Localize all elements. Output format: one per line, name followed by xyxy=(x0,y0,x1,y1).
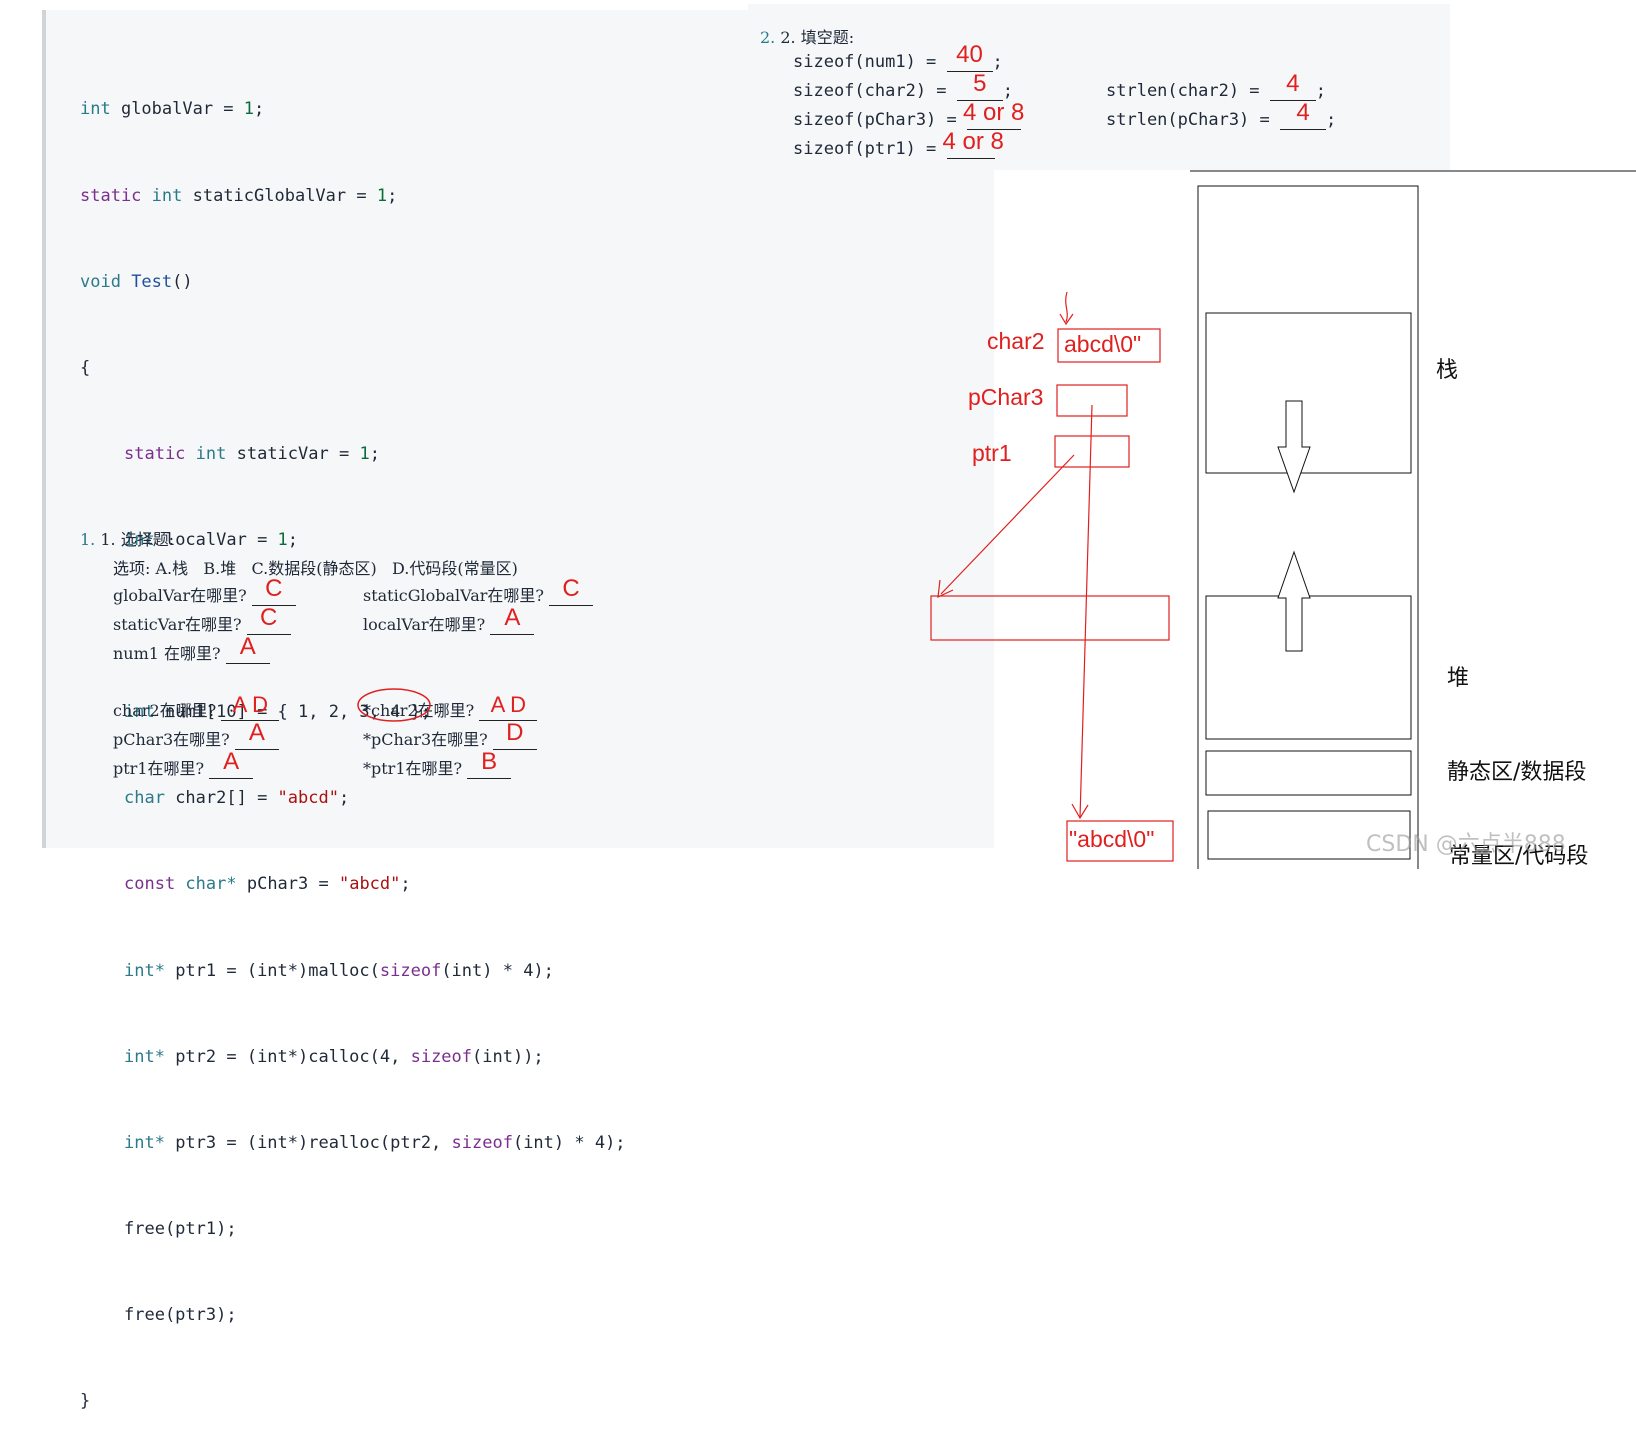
label-char2: char2 xyxy=(987,328,1045,354)
code-line: free(ptr1); xyxy=(124,1218,237,1239)
region-label-stack: 栈 xyxy=(1436,358,1459,383)
code-line: int* ptr2 = (int*)calloc(4, sizeof(int))… xyxy=(124,1046,544,1067)
watermark: CSDN @六点半888 xyxy=(1366,832,1566,857)
arrow-up-icon xyxy=(1277,550,1311,652)
ptr1-box xyxy=(1054,435,1130,468)
code-line: } xyxy=(80,1391,91,1412)
ptr1-pointer-arrow xyxy=(940,454,1075,595)
label-pchar3: pChar3 xyxy=(968,384,1044,410)
pointer-arrow xyxy=(1065,291,1068,323)
literal-label: "abcd\0" xyxy=(1069,826,1155,852)
code-line: int* ptr3 = (int*)realloc(ptr2, sizeof(i… xyxy=(124,1132,626,1153)
char2-content: abcd\0" xyxy=(1064,331,1142,357)
heap-region xyxy=(1205,595,1412,740)
arrow-down-icon xyxy=(1277,400,1311,494)
heap-block-box xyxy=(930,595,1170,641)
region-label-heap: 堆 xyxy=(1447,666,1470,691)
region-label-static: 静态区/数据段 xyxy=(1447,760,1587,785)
label-ptr1: ptr1 xyxy=(972,440,1012,466)
code-line: free(ptr3); xyxy=(124,1304,237,1325)
memory-column xyxy=(1197,185,1419,869)
code-line: int* ptr1 = (int*)malloc(sizeof(int) * 4… xyxy=(124,960,554,981)
static-region xyxy=(1205,750,1412,796)
code-line: const char* pChar3 = "abcd"; xyxy=(124,874,411,895)
memory-diagram xyxy=(930,170,1636,869)
